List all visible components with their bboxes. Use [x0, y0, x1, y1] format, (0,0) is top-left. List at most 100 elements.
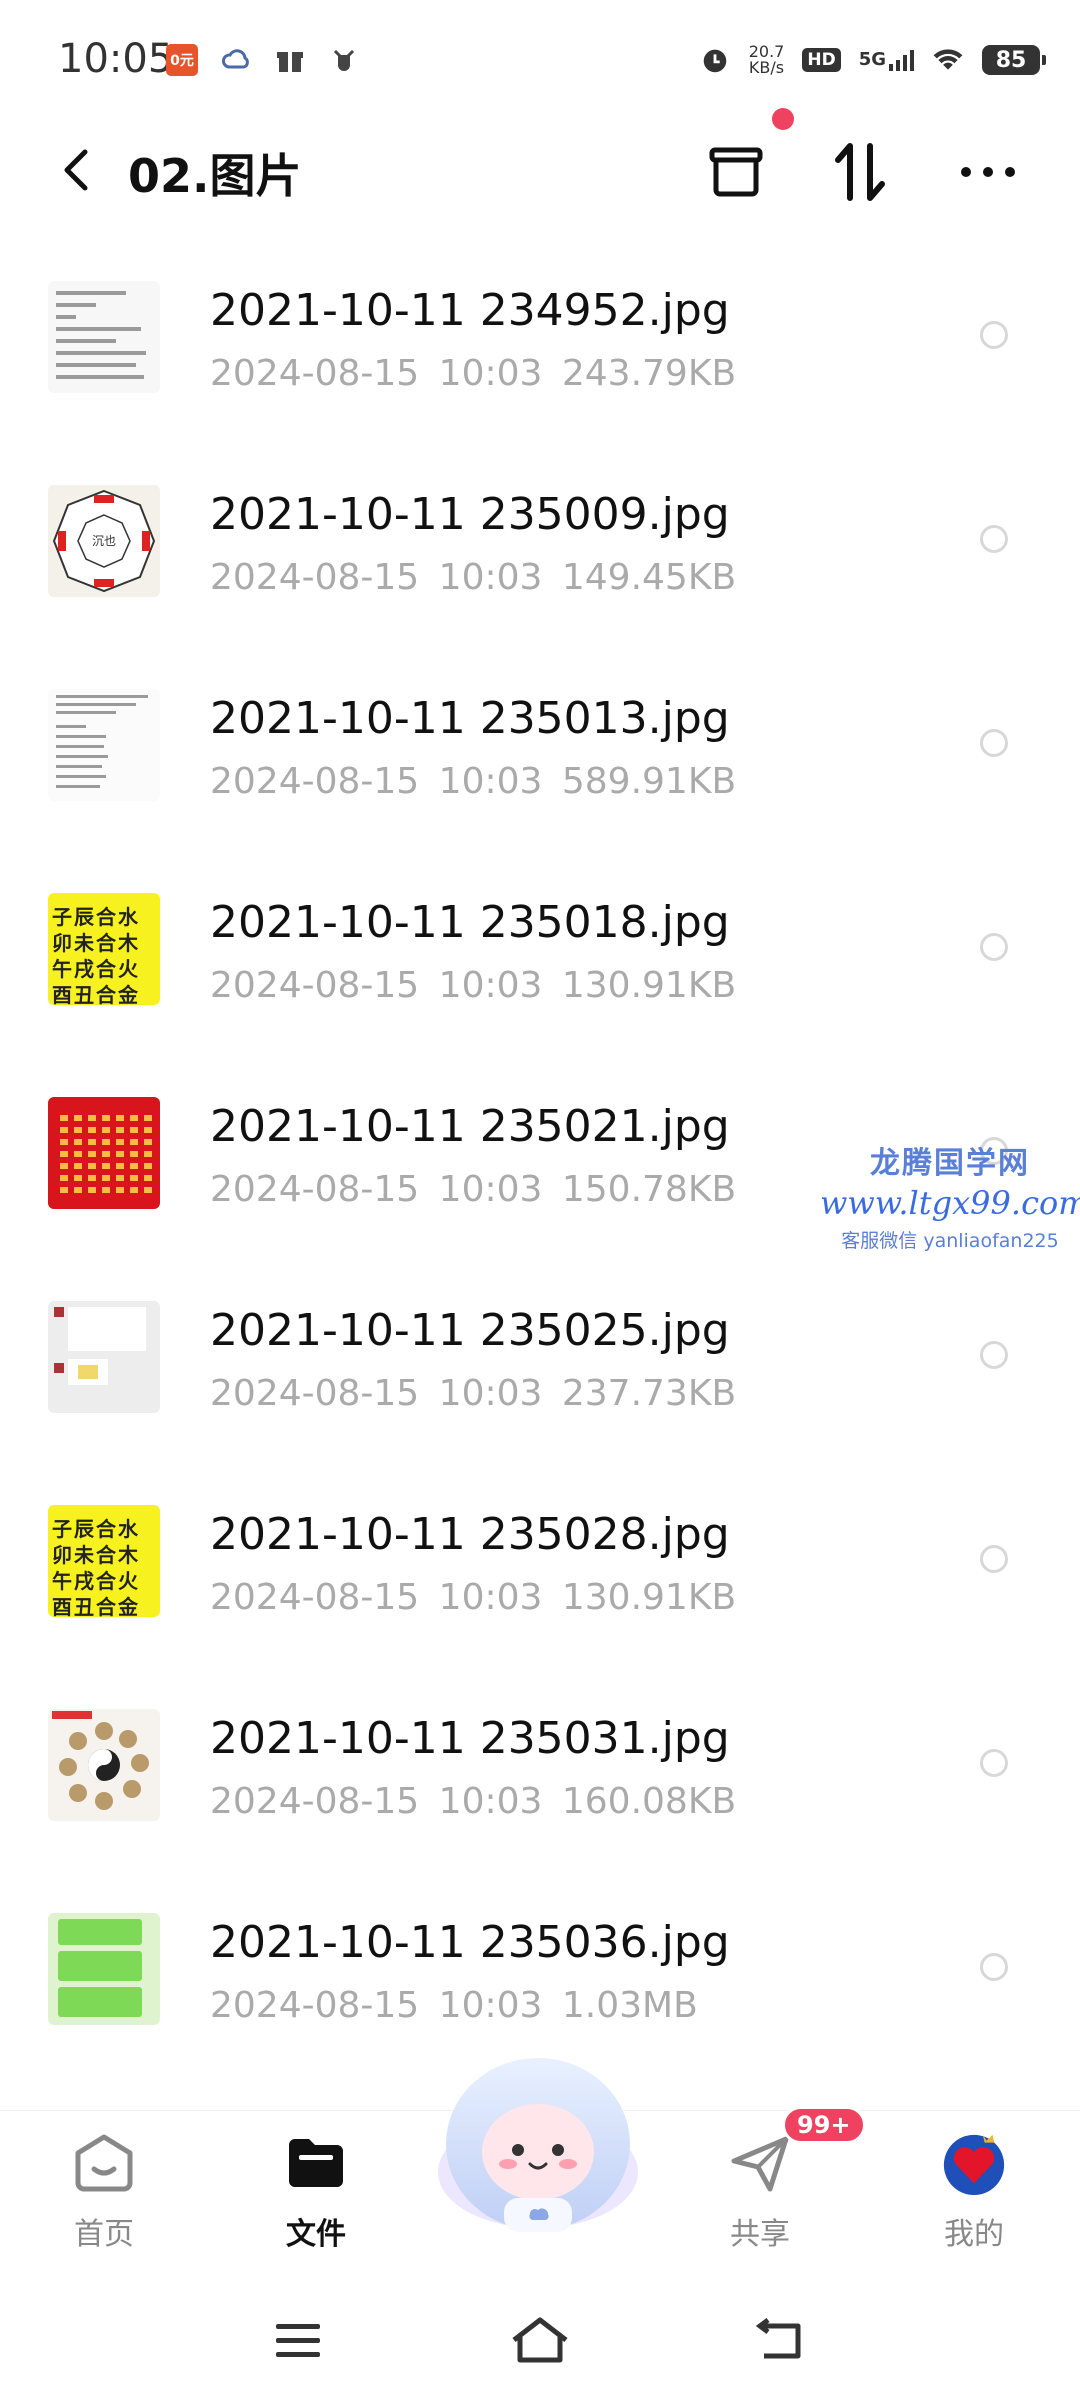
- file-thumbnail: [48, 1913, 160, 2025]
- avatar-icon: [940, 2129, 1008, 2197]
- file-meta: 2024-08-15 10:03 589.91KB: [210, 761, 736, 802]
- select-radio[interactable]: [980, 1953, 1008, 1981]
- file-date: 2024-08-15: [210, 965, 420, 1006]
- thumb-text-row: 子辰合水: [52, 905, 140, 929]
- thumb-text-row: 午戌合火: [52, 957, 140, 981]
- file-row[interactable]: 2021-10-11 234952.jpg 2024-08-15 10:03 2…: [0, 263, 1080, 467]
- file-date: 2024-08-15: [210, 1781, 420, 1822]
- file-date: 2024-08-15: [210, 1373, 420, 1414]
- file-time: 10:03: [438, 1373, 543, 1414]
- file-size: 589.91KB: [561, 761, 737, 802]
- file-name: 2021-10-11 234952.jpg: [210, 285, 730, 336]
- nav-home[interactable]: 首页: [34, 2111, 174, 2261]
- system-menu-button[interactable]: [258, 2310, 338, 2370]
- select-radio[interactable]: [980, 1341, 1008, 1369]
- file-meta: 2024-08-15 10:03 243.79KB: [210, 353, 736, 394]
- file-time: 10:03: [438, 353, 543, 394]
- file-size: 149.45KB: [561, 557, 737, 598]
- system-nav-bar: [0, 2290, 1080, 2400]
- file-meta: 2024-08-15 10:03 149.45KB: [210, 557, 736, 598]
- file-size: 1.03MB: [561, 1985, 698, 2026]
- home-icon: [70, 2129, 138, 2197]
- file-size: 237.73KB: [561, 1373, 737, 1414]
- more-button[interactable]: [952, 136, 1024, 208]
- file-row[interactable]: 2021-10-11 235025.jpg 2024-08-15 10:03 2…: [0, 1283, 1080, 1487]
- hd-badge: HD: [802, 48, 841, 72]
- wifi-icon: [932, 44, 964, 76]
- app-header: 02.图片: [0, 120, 1080, 220]
- bagua-center-text: 沉也: [92, 534, 116, 548]
- bug-icon: [328, 44, 360, 76]
- sort-button[interactable]: [824, 136, 896, 208]
- back-icon: [755, 2318, 801, 2359]
- nav-label: 共享: [730, 2217, 790, 2252]
- file-row[interactable]: 沉也 2021-10-11 235009.jpg 2024-08-15 10:0…: [0, 467, 1080, 671]
- cloud-app-icon: [220, 44, 252, 76]
- thumb-text-row: 卯未合木: [52, 931, 140, 955]
- thumb-text-row: 午戌合火: [52, 1569, 140, 1593]
- file-date: 2024-08-15: [210, 557, 420, 598]
- file-date: 2024-08-15: [210, 1985, 420, 2026]
- file-thumbnail: 子辰合水 卯未合木 午戌合火 酉丑合金: [48, 1505, 160, 1617]
- mascot-button[interactable]: [430, 2052, 646, 2236]
- file-date: 2024-08-15: [210, 353, 420, 394]
- file-row[interactable]: 2021-10-11 235013.jpg 2024-08-15 10:03 5…: [0, 671, 1080, 875]
- nav-me[interactable]: 我的: [904, 2111, 1044, 2261]
- select-radio[interactable]: [980, 525, 1008, 553]
- file-meta: 2024-08-15 10:03 160.08KB: [210, 1781, 736, 1822]
- select-radio[interactable]: [980, 1545, 1008, 1573]
- file-time: 10:03: [438, 1169, 543, 1210]
- file-name: 2021-10-11 235036.jpg: [210, 1917, 730, 1968]
- watermark-title: 龙腾国学网: [870, 1146, 1030, 1181]
- file-date: 2024-08-15: [210, 1169, 420, 1210]
- archive-button[interactable]: [700, 136, 772, 208]
- file-meta: 2024-08-15 10:03 237.73KB: [210, 1373, 736, 1414]
- system-back-button[interactable]: [740, 2310, 820, 2370]
- file-row[interactable]: 子辰合水 卯未合木 午戌合火 酉丑合金 2021-10-11 235028.jp…: [0, 1487, 1080, 1691]
- notification-dot: [772, 108, 794, 130]
- archive-icon: [709, 147, 763, 197]
- file-thumbnail: 子辰合水 卯未合木 午戌合火 酉丑合金: [48, 893, 160, 1005]
- alarm-icon: [699, 44, 731, 76]
- watermark-sub: 客服微信 yanliaofan225: [841, 1230, 1059, 1252]
- status-time: 10:05: [58, 36, 174, 82]
- watermark: 龙腾国学网 www.ltgx99.com 客服微信 yanliaofan225: [820, 1138, 1080, 1253]
- file-thumbnail: 沉也: [48, 485, 160, 597]
- nav-files[interactable]: 文件: [246, 2111, 386, 2261]
- back-button[interactable]: [48, 142, 104, 198]
- app-notification-icon: 0元: [166, 44, 198, 76]
- file-meta: 2024-08-15 10:03 1.03MB: [210, 1985, 698, 2026]
- file-thumbnail: [48, 281, 160, 393]
- chevron-left-icon: [64, 149, 88, 191]
- select-radio[interactable]: [980, 729, 1008, 757]
- file-meta: 2024-08-15 10:03 130.91KB: [210, 965, 736, 1006]
- file-meta: 2024-08-15 10:03 150.78KB: [210, 1169, 736, 1210]
- file-name: 2021-10-11 235021.jpg: [210, 1101, 730, 1152]
- thumb-text-row: 卯未合木: [52, 1543, 140, 1567]
- select-radio[interactable]: [980, 1749, 1008, 1777]
- nav-label: 我的: [944, 2217, 1004, 2252]
- sort-icon: [835, 143, 885, 201]
- home-outline-icon: [512, 2317, 568, 2363]
- status-bar: 10:05 0元 20.7 KB/s HD 5G 85: [0, 0, 1080, 120]
- watermark-url: www.ltgx99.com: [820, 1184, 1080, 1222]
- file-thumbnail: [48, 689, 160, 801]
- folder-icon: [282, 2129, 350, 2197]
- file-thumbnail: [48, 1097, 160, 1209]
- file-time: 10:03: [438, 1781, 543, 1822]
- file-time: 10:03: [438, 761, 543, 802]
- file-row[interactable]: 2021-10-11 235031.jpg 2024-08-15 10:03 1…: [0, 1691, 1080, 1895]
- file-row[interactable]: 子辰合水 卯未合木 午戌合火 酉丑合金 2021-10-11 235018.jp…: [0, 875, 1080, 1079]
- select-radio[interactable]: [980, 321, 1008, 349]
- file-date: 2024-08-15: [210, 761, 420, 802]
- battery-indicator: 85: [982, 45, 1046, 75]
- net-speed-unit: KB/s: [748, 58, 785, 77]
- mascot-icon: [438, 2058, 638, 2232]
- select-radio[interactable]: [980, 933, 1008, 961]
- file-date: 2024-08-15: [210, 1577, 420, 1618]
- signal-icon: 5G: [859, 49, 914, 71]
- system-home-button[interactable]: [500, 2310, 580, 2370]
- thumb-text-row: 子辰合水: [52, 1517, 140, 1541]
- share-badge: 99+: [782, 2106, 866, 2144]
- status-system-icons: 20.7 KB/s HD 5G 85: [699, 36, 1046, 84]
